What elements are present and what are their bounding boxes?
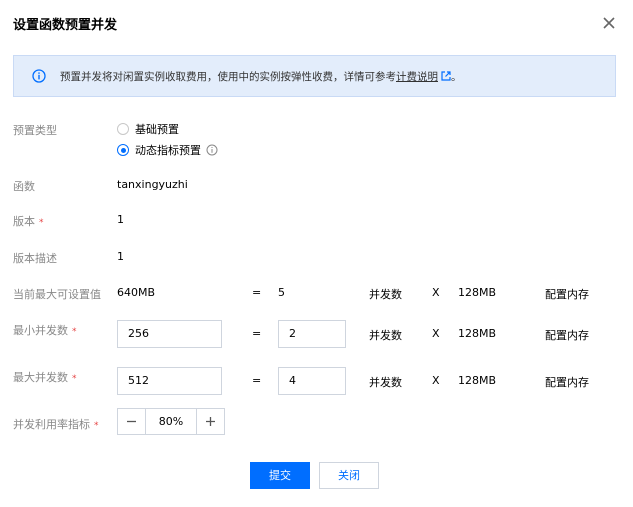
- multiply-sign: X: [432, 286, 440, 299]
- max-concurrency-label: 最大并发数 *: [13, 369, 77, 385]
- radio-circle-checked[interactable]: [117, 144, 129, 156]
- dialog-title: 设置函数预置并发: [13, 18, 118, 33]
- version-label-text: 版本: [13, 215, 35, 228]
- version-desc-value: 1: [117, 250, 124, 263]
- multiply-sign: X: [432, 374, 440, 387]
- version-desc-label: 版本描述: [13, 252, 57, 265]
- memory-config-label: 配置内存: [545, 376, 589, 389]
- min-concurrency-label: 最小并发数 *: [13, 322, 77, 338]
- utilization-stepper[interactable]: 80%: [117, 408, 225, 435]
- concurrency-unit: 并发数: [369, 376, 402, 389]
- notice-text-wrap: 预置并发将对闲置实例收取费用，使用中的实例按弹性收费，详情可参考计费说明 。: [60, 69, 462, 84]
- close-button[interactable]: 关闭: [319, 462, 379, 489]
- utilization-value[interactable]: 80%: [145, 409, 197, 434]
- per-memory: 128MB: [458, 286, 497, 299]
- radio-label: 动态指标预置: [135, 144, 201, 157]
- equals-sign: =: [252, 286, 262, 299]
- required-mark: *: [39, 218, 44, 228]
- required-mark: *: [94, 421, 99, 431]
- equals-sign: =: [252, 327, 262, 340]
- memory-config-label: 配置内存: [545, 329, 589, 342]
- function-label: 函数: [13, 180, 35, 193]
- utilization-label-text: 并发利用率指标: [13, 418, 90, 431]
- close-icon[interactable]: [600, 14, 618, 32]
- info-icon: [32, 69, 46, 83]
- info-notice: 预置并发将对闲置实例收取费用，使用中的实例按弹性收费，详情可参考计费说明 。: [13, 55, 616, 97]
- submit-button[interactable]: 提交: [250, 462, 310, 489]
- radio-basic-provision[interactable]: 基础预置: [117, 121, 179, 137]
- decrement-button[interactable]: [118, 409, 145, 434]
- max-count-input[interactable]: 4: [278, 367, 346, 395]
- min-memory-input[interactable]: 256: [117, 320, 222, 348]
- per-memory: 128MB: [458, 374, 497, 387]
- max-memory-input[interactable]: 512: [117, 367, 222, 395]
- notice-end: 。: [451, 71, 462, 83]
- radio-label: 基础预置: [135, 123, 179, 136]
- increment-button[interactable]: [197, 409, 224, 434]
- version-label: 版本 *: [13, 213, 44, 229]
- per-memory: 128MB: [458, 327, 497, 340]
- radio-dynamic-provision[interactable]: 动态指标预置: [117, 142, 218, 158]
- function-value: tanxingyuzhi: [117, 178, 188, 191]
- concurrency-unit: 并发数: [369, 329, 402, 342]
- max-concurrency-label-text: 最大并发数: [13, 371, 68, 384]
- current-max-memory: 640MB: [117, 286, 156, 299]
- provision-type-label: 预置类型: [13, 124, 57, 137]
- version-value: 1: [117, 213, 124, 226]
- multiply-sign: X: [432, 327, 440, 340]
- radio-circle[interactable]: [117, 123, 129, 135]
- provisioned-concurrency-dialog: 设置函数预置并发 预置并发将对闲置实例收取费用，使用中的实例按弹性收费，详情可参…: [0, 0, 633, 507]
- min-concurrency-label-text: 最小并发数: [13, 324, 68, 337]
- required-mark: *: [72, 374, 77, 384]
- min-count-input[interactable]: 2: [278, 320, 346, 348]
- current-max-count: 5: [278, 286, 285, 299]
- minus-icon: [127, 420, 136, 423]
- plus-icon: [206, 417, 215, 426]
- billing-link[interactable]: 计费说明: [396, 71, 438, 83]
- notice-text: 预置并发将对闲置实例收取费用，使用中的实例按弹性收费，详情可参考: [60, 71, 396, 83]
- current-max-label: 当前最大可设置值: [13, 288, 101, 301]
- concurrency-unit: 并发数: [369, 288, 402, 301]
- utilization-label: 并发利用率指标 *: [13, 416, 99, 432]
- info-circle-icon[interactable]: [206, 144, 218, 156]
- external-link-icon[interactable]: [441, 71, 451, 81]
- equals-sign: =: [252, 374, 262, 387]
- memory-config-label: 配置内存: [545, 288, 589, 301]
- required-mark: *: [72, 327, 77, 337]
